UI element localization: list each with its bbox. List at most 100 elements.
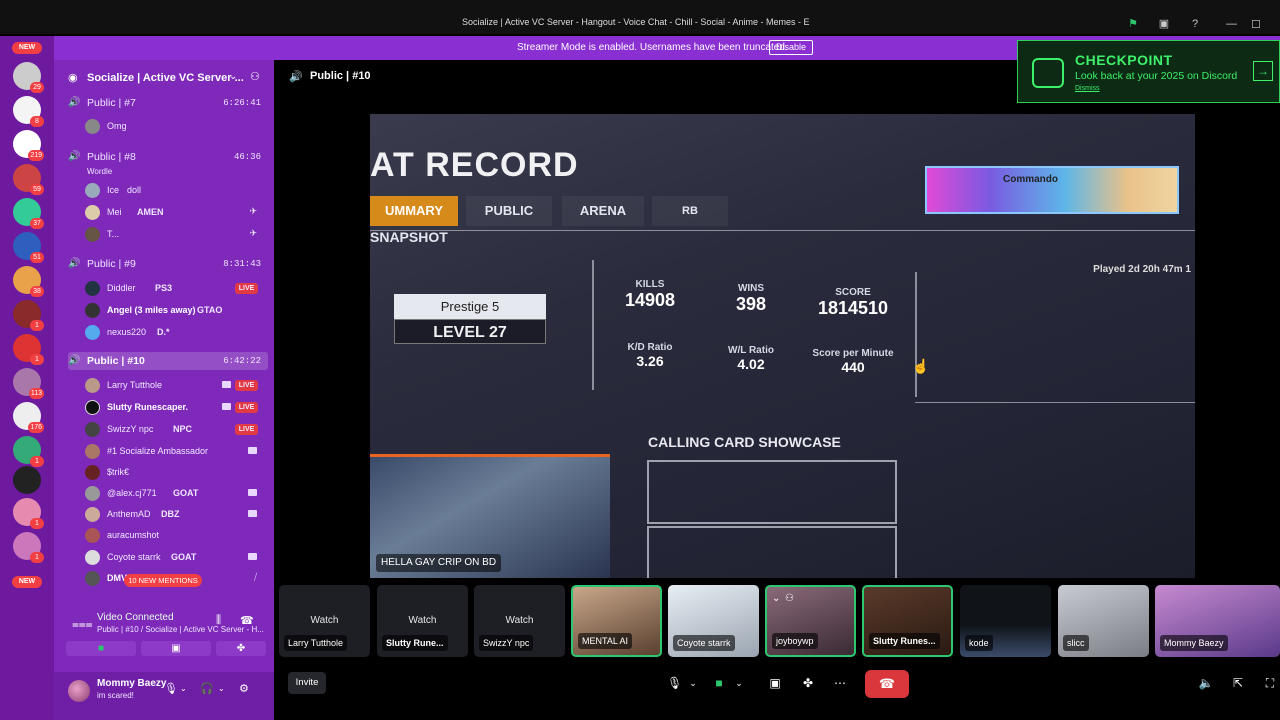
server-icon[interactable]: 1 [13, 300, 44, 331]
voice-channel-public-10[interactable]: 🔊 Public | #10 6:42:22 [68, 352, 268, 370]
microphone-icon[interactable]: 🎙 [667, 672, 682, 694]
checkpoint-notice[interactable]: CHECKPOINT Look back at your 2025 on Dis… [1017, 40, 1280, 103]
screen-share-icon: ▣ [171, 643, 181, 654]
server-badge: 29 [30, 82, 44, 93]
server-icon[interactable]: 176 [13, 402, 44, 433]
video-tile[interactable]: Coyote starrk [668, 585, 759, 657]
user-tag: GOAT [171, 552, 197, 562]
server-icon[interactable]: 29 [13, 62, 44, 93]
invite-button[interactable]: Invite [288, 672, 326, 694]
server-icon[interactable]: 1 [13, 532, 44, 563]
watch-label[interactable]: Watch [311, 615, 339, 626]
server-icon[interactable]: 219 [13, 130, 44, 161]
voice-channel-public-9[interactable]: 🔊 Public | #9 8:31:43 [68, 255, 268, 273]
server-header[interactable]: ◉ Socialize | Active VC Server ... ⌄ ⚇ [54, 60, 274, 94]
activities-button[interactable]: ✤ [216, 641, 266, 656]
settings-gear-icon[interactable]: ⚙ [239, 682, 249, 695]
noise-suppression-icon[interactable]: ⫼ [216, 614, 221, 627]
chevron-down-icon[interactable]: ⌄ [218, 684, 225, 693]
avatar [85, 378, 100, 393]
maximize-button[interactable]: ☐ [1251, 18, 1261, 31]
voice-user[interactable]: SwizzY npc NPC LIVE [85, 421, 265, 437]
stat-label: K/D Ratio [627, 342, 673, 353]
channel-timer: 46:36 [233, 152, 261, 162]
server-badge: 1 [30, 354, 44, 365]
voice-user[interactable]: Larry Tutthole LIVE [85, 377, 265, 393]
pop-out-icon[interactable]: ⇱ [1230, 672, 1246, 694]
avatar[interactable] [68, 680, 90, 702]
video-tile[interactable]: Mommy Baezy [1155, 585, 1280, 657]
new-mentions-pill[interactable]: 10 NEW MENTIONS [124, 574, 202, 587]
fullscreen-icon[interactable]: ⛶ [1262, 672, 1278, 694]
voice-user[interactable]: #1 Socialize Ambassador [85, 443, 265, 459]
chevron-down-icon[interactable]: ⌄ [229, 71, 237, 82]
add-member-icon[interactable]: ⚇ [250, 70, 260, 83]
headphones-icon[interactable]: 🎧 [200, 682, 214, 695]
speaker-icon: 🔊 [68, 258, 81, 269]
voice-user[interactable]: T... ✈ [85, 226, 265, 242]
voice-user[interactable]: @alex.cj771 GOAT [85, 485, 265, 501]
stream-tile[interactable]: Watch Slutty Rune... [377, 585, 468, 657]
voice-user[interactable]: Omg [85, 118, 265, 134]
chevron-down-icon[interactable]: ⌄ [687, 672, 699, 694]
arrow-right-icon[interactable]: → [1253, 61, 1273, 81]
stream-tile[interactable]: Watch Larry Tutthole [279, 585, 370, 657]
new-pill-bottom[interactable]: NEW [12, 576, 42, 588]
volume-icon[interactable]: 🔈 [1198, 672, 1214, 694]
video-tile[interactable]: ⌄ ⚇ joyboywp [765, 585, 856, 657]
inbox-icon[interactable]: ▣ [1157, 17, 1171, 31]
server-icon[interactable]: 38 [13, 266, 44, 297]
new-pill-top[interactable]: NEW [12, 42, 42, 54]
voice-channel-public-7[interactable]: 🔊 Public | #7 6:26:41 [68, 94, 268, 112]
server-icon[interactable]: 1 [13, 436, 44, 467]
voice-user[interactable]: $trik€ [85, 464, 265, 480]
video-camera-icon[interactable]: ■ [711, 672, 727, 694]
video-tile[interactable]: Slutty Runes... [862, 585, 953, 657]
voice-user[interactable]: auracumshot [85, 527, 265, 543]
leave-call-button[interactable]: ☎ [865, 670, 909, 698]
server-icon[interactable] [13, 466, 41, 494]
server-icon[interactable]: 59 [13, 164, 44, 195]
help-icon[interactable]: ? [1188, 17, 1202, 31]
microphone-icon[interactable]: 🎙 [164, 682, 178, 695]
focused-stream[interactable]: AT RECORD UMMARY PUBLIC ARENA RB SNAPSHO… [370, 114, 1195, 578]
minimize-button[interactable]: — [1226, 18, 1237, 30]
server-icon[interactable]: 113 [13, 368, 44, 399]
voice-user[interactable]: Mei AMEN ✈ [85, 204, 265, 220]
disable-streamer-button[interactable]: Disable [769, 40, 814, 55]
voice-user[interactable]: Ice doll [85, 182, 265, 198]
watch-label[interactable]: Watch [409, 615, 437, 626]
screen-share-icon[interactable]: ▣ [767, 672, 783, 694]
server-icon[interactable]: 1 [13, 498, 44, 529]
voice-user[interactable]: Angel (3 miles away) GTAO [85, 302, 265, 318]
username: Coyote starrk [107, 552, 161, 562]
dismiss-link[interactable]: Dismiss [1075, 85, 1100, 92]
chevron-down-icon[interactable]: ⌄ [180, 684, 187, 693]
video-tile[interactable]: MENTAL AI [571, 585, 662, 657]
quest-flag-icon[interactable]: ⚑ [1126, 17, 1140, 31]
watch-label[interactable]: Watch [506, 615, 534, 626]
voice-user[interactable]: Slutty Runescaper. LIVE [85, 399, 265, 415]
user-tag: D.* [157, 327, 170, 337]
more-options-icon[interactable]: ⋯ [832, 672, 848, 694]
voice-user[interactable]: Coyote starrk GOAT [85, 549, 265, 565]
voice-user[interactable]: nexus220 D.* [85, 324, 265, 340]
divider [370, 230, 1195, 231]
server-icon[interactable]: 37 [13, 198, 44, 229]
video-toggle-button[interactable]: ■ [66, 641, 136, 656]
voice-user[interactable]: AnthemAD DBZ [85, 506, 265, 522]
video-tile[interactable]: slicc [1058, 585, 1149, 657]
server-icon[interactable]: 1 [13, 334, 44, 365]
stream-tile[interactable]: Watch SwizzY npc [474, 585, 565, 657]
activities-icon[interactable]: ✤ [800, 672, 816, 694]
user-tag: doll [127, 185, 142, 195]
share-screen-button[interactable]: ▣ [141, 641, 211, 656]
voice-channel-public-8[interactable]: 🔊 Public | #8 46:36 [68, 148, 268, 166]
server-icon[interactable]: 8 [13, 96, 44, 127]
server-icon[interactable]: 51 [13, 232, 44, 263]
voice-user[interactable]: Diddler PS3 LIVE [85, 280, 265, 296]
disconnect-icon[interactable]: ☎ [240, 614, 254, 627]
chevron-down-icon[interactable]: ⌄ [733, 672, 745, 694]
video-tile[interactable]: kode [960, 585, 1051, 657]
chevron-down-icon[interactable]: ⌄ [772, 593, 780, 604]
